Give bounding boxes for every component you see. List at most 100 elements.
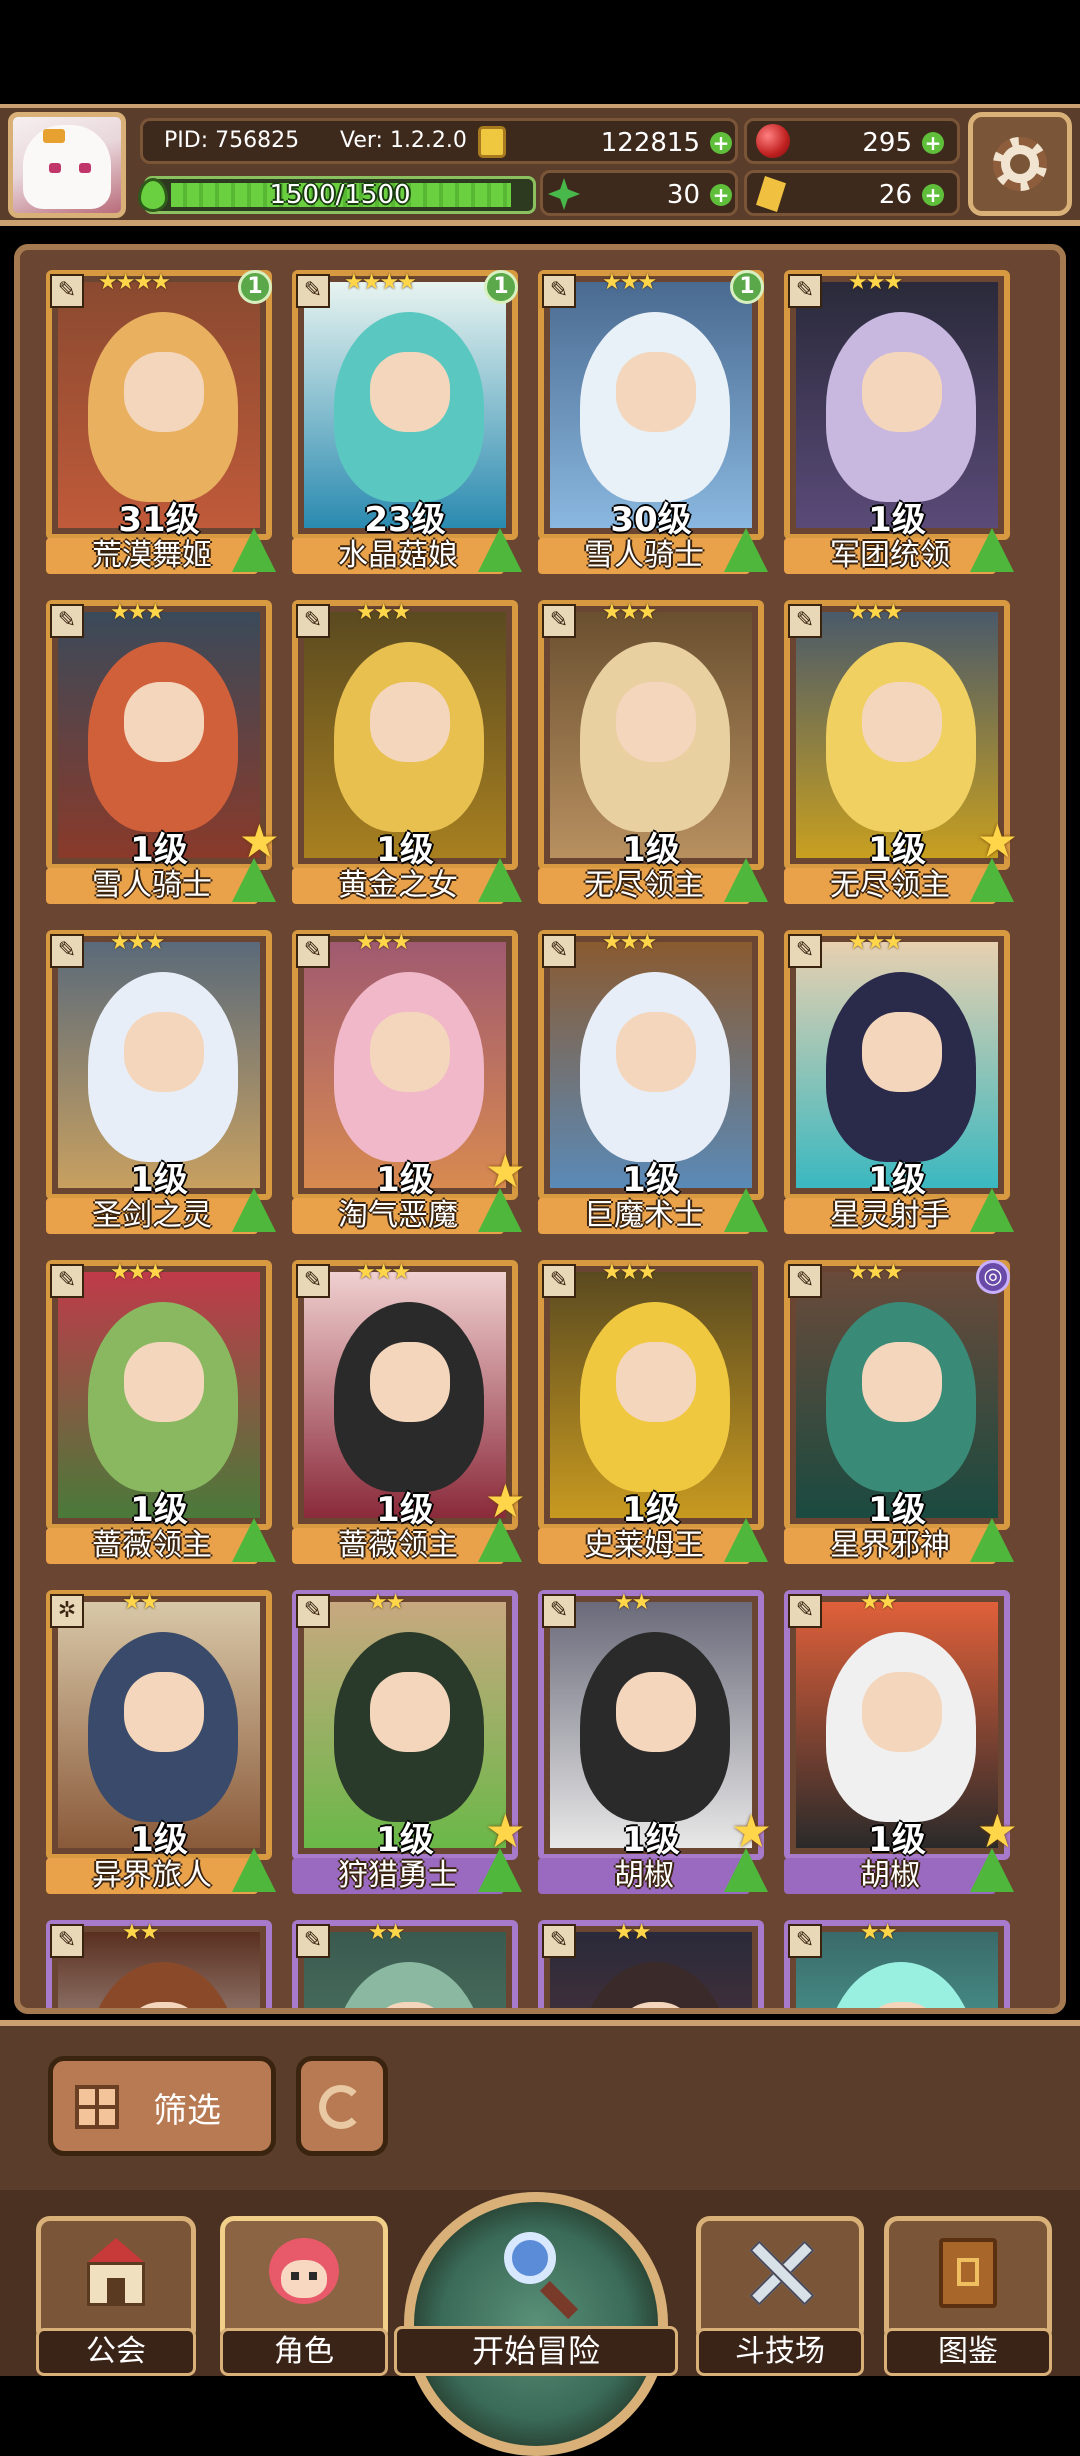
- character-card[interactable]: ✎ ★★★★ 1 31级 荒漠舞姬: [46, 270, 276, 580]
- character-card[interactable]: ✎ ★★: [292, 1920, 518, 2008]
- filter-button[interactable]: 筛选: [48, 2056, 276, 2156]
- nav-codex[interactable]: 图鉴: [884, 2216, 1052, 2376]
- rarity-stars: ★★★: [110, 930, 165, 955]
- character-grid[interactable]: ✎ ★★★★ 1 31级 荒漠舞姬 ✎ ★★★★ 1 23级 水晶菇娘 ✎ ★★★ 1 30级 雪人骑士 ✎ ★…: [14, 244, 1066, 2014]
- add-clover-icon[interactable]: +: [710, 184, 732, 206]
- character-face: [124, 682, 204, 762]
- character-name: 黄金之女: [292, 868, 504, 904]
- class-tag-icon: ✎: [50, 1924, 84, 1958]
- orb-badge-icon: ◎: [976, 1260, 1010, 1294]
- character-card[interactable]: ✎ ★★ 1级 狩猎勇士 ★: [292, 1590, 526, 1900]
- add-gold-icon[interactable]: +: [710, 132, 732, 154]
- character-card[interactable]: ✎ ★★: [538, 1920, 764, 2008]
- level-up-arrow-icon[interactable]: [970, 1518, 1014, 1562]
- character-face-icon: [269, 2238, 339, 2304]
- character-card[interactable]: ✎ ★★★ 1级 无尽领主: [538, 600, 768, 910]
- grid-icon: [75, 2085, 119, 2129]
- character-card[interactable]: ✎ ★★★ 1级 史莱姆王: [538, 1260, 768, 1570]
- character-card[interactable]: ✎ ★★★ 1 30级 雪人骑士: [538, 270, 768, 580]
- character-card[interactable]: ✎ ★★: [784, 1920, 1010, 2008]
- level-up-arrow-icon[interactable]: [478, 858, 522, 902]
- character-card[interactable]: ✎ ★★★ 1级 圣剑之灵: [46, 930, 276, 1240]
- player-avatar[interactable]: [8, 112, 126, 218]
- level-up-arrow-icon[interactable]: [232, 1188, 276, 1232]
- rarity-stars: ★★★: [356, 930, 411, 955]
- character-card[interactable]: ✎ ★★ 1级 胡椒 ★: [784, 1590, 1018, 1900]
- nav-codex-label: 图鉴: [884, 2328, 1052, 2376]
- character-card[interactable]: ✎ ★★★★ 1 23级 水晶菇娘: [292, 270, 522, 580]
- level-up-arrow-icon[interactable]: [970, 1188, 1014, 1232]
- character-face: [862, 352, 942, 432]
- character-card[interactable]: ✎ ★★★ 1级 无尽领主 ★: [784, 600, 1018, 910]
- book-icon: [939, 2238, 997, 2308]
- character-name: 淘气恶魔: [292, 1198, 504, 1234]
- character-card[interactable]: ✎ ★★★ 1级 蔷薇领主: [46, 1260, 276, 1570]
- character-name: 星界邪神: [784, 1528, 996, 1564]
- character-card[interactable]: ✎ ★★: [46, 1920, 272, 2008]
- level-up-arrow-icon[interactable]: [232, 858, 276, 902]
- start-adventure-button[interactable]: 开始冒险: [394, 2192, 678, 2456]
- character-card[interactable]: ✎ ★★★ 1级 蔷薇领主 ★: [292, 1260, 526, 1570]
- class-tag-icon: ✎: [296, 604, 330, 638]
- class-tag-icon: ✎: [542, 1264, 576, 1298]
- notification-badge: 1: [730, 270, 764, 304]
- class-tag-icon: ✎: [50, 604, 84, 638]
- guild-house-icon: [81, 2238, 151, 2308]
- red-gem-icon: [756, 124, 790, 158]
- level-up-arrow-icon[interactable]: [232, 1848, 276, 1892]
- character-card[interactable]: ✎ ★★★ ◎ 1级 星界邪神: [784, 1260, 1014, 1570]
- character-card[interactable]: ✎ ★★★ 1级 淘气恶魔 ★: [292, 930, 526, 1240]
- character-face: [370, 682, 450, 762]
- character-name: 异界旅人: [46, 1858, 258, 1894]
- character-card[interactable]: ✎ ★★★ 1级 星灵射手: [784, 930, 1014, 1240]
- level-up-arrow-icon[interactable]: [724, 1848, 768, 1892]
- rarity-stars: ★★★: [110, 600, 165, 625]
- character-face: [124, 1672, 204, 1752]
- nav-arena[interactable]: 斗技场: [696, 2216, 864, 2376]
- settings-button[interactable]: [968, 112, 1072, 216]
- add-crystal-icon[interactable]: +: [922, 184, 944, 206]
- level-up-arrow-icon[interactable]: [478, 1848, 522, 1892]
- class-tag-icon: ✎: [788, 274, 822, 308]
- class-tag-icon: ✎: [296, 1264, 330, 1298]
- character-name: 蔷薇领主: [292, 1528, 504, 1564]
- level-up-arrow-icon[interactable]: [478, 1188, 522, 1232]
- add-gem-icon[interactable]: +: [922, 132, 944, 154]
- rarity-stars: ★★★: [356, 1260, 411, 1285]
- character-card[interactable]: ✎ ★★★ 1级 黄金之女: [292, 600, 522, 910]
- character-portrait: [58, 1932, 260, 2008]
- level-up-arrow-icon[interactable]: [724, 1518, 768, 1562]
- character-card[interactable]: ✎ ★★★ 1级 巨魔术士: [538, 930, 768, 1240]
- avatar-eye: [49, 163, 61, 173]
- character-card[interactable]: ✎ ★★★ 1级 雪人骑士 ★: [46, 600, 280, 910]
- nav-guild[interactable]: 公会: [36, 2216, 196, 2376]
- level-up-arrow-icon[interactable]: [724, 1188, 768, 1232]
- character-card[interactable]: ✎ ★★★ 1级 军团统领: [784, 270, 1014, 580]
- nav-character[interactable]: 角色: [220, 2216, 388, 2376]
- character-portrait: [304, 1932, 506, 2008]
- character-face: [616, 1672, 696, 1752]
- rarity-stars: ★★★: [110, 1260, 165, 1285]
- level-up-arrow-icon[interactable]: [724, 528, 768, 572]
- level-up-arrow-icon[interactable]: [232, 1518, 276, 1562]
- crossed-swords-icon: [747, 2238, 815, 2306]
- level-up-arrow-icon[interactable]: [478, 1518, 522, 1562]
- character-card[interactable]: ✎ ★★ 1级 胡椒 ★: [538, 1590, 772, 1900]
- rarity-stars: ★★: [614, 1590, 651, 1615]
- character-face: [616, 682, 696, 762]
- character-face: [124, 1012, 204, 1092]
- level-up-arrow-icon[interactable]: [970, 528, 1014, 572]
- level-up-arrow-icon[interactable]: [970, 1848, 1014, 1892]
- refresh-button[interactable]: [296, 2056, 388, 2156]
- level-up-arrow-icon[interactable]: [724, 858, 768, 902]
- level-up-arrow-icon[interactable]: [970, 858, 1014, 902]
- start-adventure-label: 开始冒险: [394, 2326, 678, 2376]
- level-up-arrow-icon[interactable]: [478, 528, 522, 572]
- character-name: 雪人骑士: [538, 538, 750, 574]
- energy-value: 1500/1500: [269, 180, 411, 210]
- character-card[interactable]: ✲ ★★ 1级 异界旅人: [46, 1590, 276, 1900]
- rarity-stars: ★★: [122, 1590, 159, 1615]
- gear-icon-center: [1010, 154, 1030, 174]
- level-up-arrow-icon[interactable]: [232, 528, 276, 572]
- nav-character-label: 角色: [220, 2328, 388, 2376]
